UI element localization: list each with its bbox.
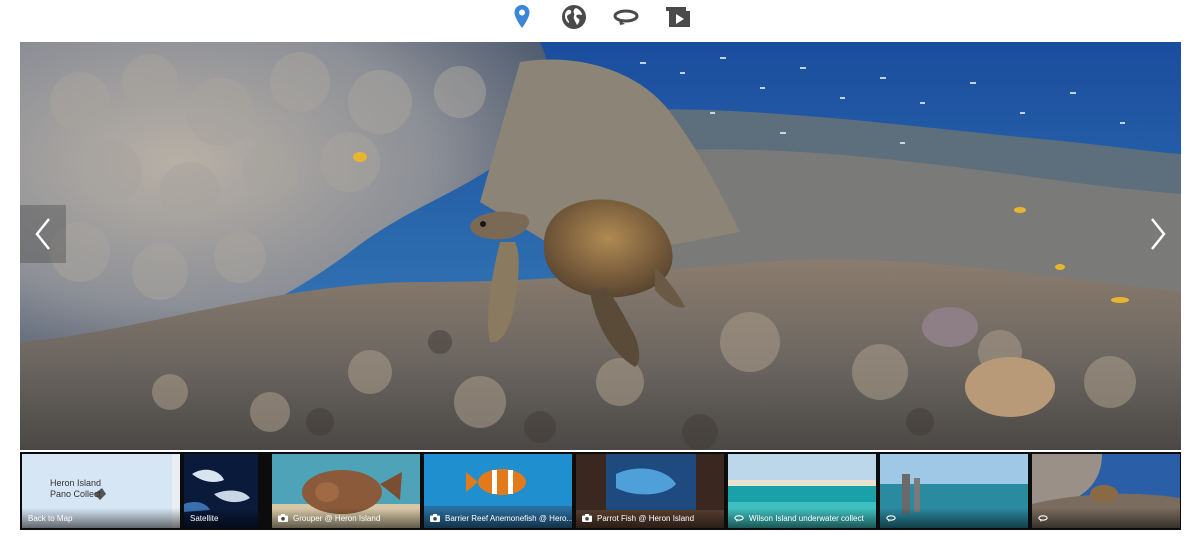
- slideshow-button[interactable]: [663, 2, 693, 32]
- underwater-pano-thumbnail[interactable]: [880, 454, 1028, 528]
- thumbnail-caption: Parrot Fish @ Heron Island: [576, 508, 724, 528]
- thumbnail-caption: [1032, 508, 1180, 528]
- filmstrip: Heron Island Pano Collect Back to Map Sa…: [20, 452, 1181, 530]
- wilson-island-thumbnail[interactable]: Wilson Island underwater collect: [728, 454, 876, 528]
- map-pin-button[interactable]: [507, 2, 537, 32]
- thumbnail-caption: Grouper @ Heron Island: [272, 508, 420, 528]
- previous-pano-button[interactable]: [20, 205, 66, 263]
- grouper-thumbnail[interactable]: Grouper @ Heron Island: [272, 454, 420, 528]
- rotate-360-icon: [886, 515, 896, 522]
- chevron-left-icon: [35, 218, 50, 250]
- camera-icon: [278, 514, 288, 522]
- panorama-image: [20, 42, 1181, 450]
- map-card-label: Heron Island Pano Collect: [50, 478, 101, 500]
- thumbnail-caption: Wilson Island underwater collect: [728, 508, 876, 528]
- map-card-line2: Pano Collect: [50, 489, 102, 499]
- thumbnail-caption: Back to Map: [22, 508, 180, 528]
- back-to-map-thumbnail[interactable]: Heron Island Pano Collect Back to Map: [22, 454, 180, 528]
- rotate-360-icon: [734, 515, 744, 522]
- thumbnail-label: Grouper @ Heron Island: [293, 513, 381, 523]
- thumbnail-label: Wilson Island underwater collect: [749, 513, 864, 523]
- thumbnail-caption: Satellite: [184, 508, 258, 528]
- thumbnail-caption: [880, 508, 1028, 528]
- thumbnail-label: Barrier Reef Anemonefish @ Hero...: [445, 513, 572, 523]
- anemonefish-thumbnail[interactable]: Barrier Reef Anemonefish @ Hero...: [424, 454, 572, 528]
- panorama-viewer[interactable]: [20, 42, 1181, 450]
- camera-icon: [582, 514, 592, 522]
- rotate-360-icon: [1038, 515, 1048, 522]
- next-pano-button[interactable]: [1135, 205, 1181, 263]
- thumbnail-label: Satellite: [190, 513, 219, 523]
- camera-icon: [430, 514, 440, 522]
- globe-icon: [562, 5, 586, 29]
- view-toolbar: [0, 0, 1200, 34]
- globe-button[interactable]: [559, 2, 589, 32]
- current-pano-thumbnail[interactable]: [1032, 454, 1180, 528]
- rotate-360-icon: [613, 9, 639, 25]
- parrot-fish-thumbnail[interactable]: Parrot Fish @ Heron Island: [576, 454, 724, 528]
- thumbnail-label: Parrot Fish @ Heron Island: [597, 513, 695, 523]
- thumbnail-caption: Barrier Reef Anemonefish @ Hero...: [424, 508, 572, 528]
- thumbnail-label: Back to Map: [28, 513, 73, 523]
- slideshow-icon: [666, 7, 690, 27]
- rotate-360-button[interactable]: [611, 2, 641, 32]
- chevron-right-icon: [1151, 218, 1166, 250]
- satellite-thumbnail[interactable]: Satellite: [184, 454, 258, 528]
- map-card-line1: Heron Island: [50, 478, 102, 488]
- map-pin-icon: [514, 5, 530, 28]
